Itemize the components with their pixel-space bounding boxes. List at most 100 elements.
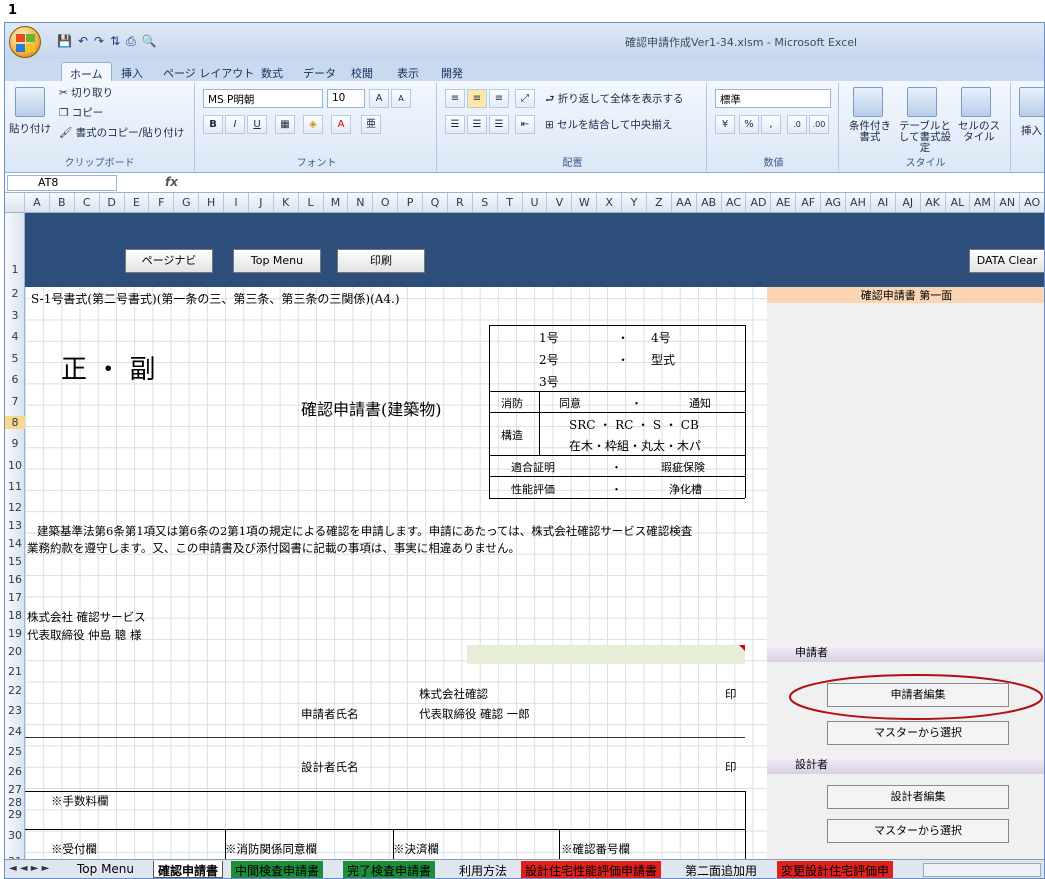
format-as-table-button[interactable]: テーブルとして書式設定: [897, 121, 953, 154]
row-header[interactable]: 20: [5, 645, 25, 658]
insert-cells-icon[interactable]: [1019, 87, 1044, 117]
column-header[interactable]: K: [274, 193, 299, 213]
data-clear-button[interactable]: DATA Clear: [969, 249, 1044, 273]
print-button[interactable]: 印刷: [337, 249, 425, 273]
column-header[interactable]: J: [249, 193, 274, 213]
row-header[interactable]: 24: [5, 725, 25, 738]
row-header[interactable]: 3: [5, 309, 25, 322]
column-header[interactable]: S: [473, 193, 498, 213]
shrink-font-button[interactable]: A: [391, 89, 411, 108]
row-header[interactable]: 1: [5, 263, 25, 276]
designer-master-button[interactable]: マスターから選択: [827, 819, 1009, 843]
align-left-icon[interactable]: ☰: [445, 115, 465, 134]
column-header[interactable]: N: [348, 193, 374, 213]
column-header[interactable]: W: [572, 193, 598, 213]
save-icon[interactable]: 💾: [57, 34, 72, 48]
fill-color-icon[interactable]: ◈: [303, 115, 323, 134]
sort-icon[interactable]: ⇅: [110, 34, 120, 48]
row-header[interactable]: 10: [5, 459, 25, 472]
decrease-decimal-icon[interactable]: .00: [809, 115, 829, 134]
row-header[interactable]: 5: [5, 352, 25, 365]
paste-button[interactable]: 貼り付け: [9, 121, 51, 136]
column-header[interactable]: AH: [846, 193, 871, 213]
row-header[interactable]: 18: [5, 609, 25, 622]
row-header[interactable]: 19: [5, 627, 25, 640]
sheet-tab-interim-inspection[interactable]: 中間検査申請書: [231, 861, 324, 878]
column-header[interactable]: Z: [647, 193, 672, 213]
column-header[interactable]: R: [448, 193, 473, 213]
tab-scroll-arrows-icon[interactable]: ◄ ◄ ► ►: [9, 863, 49, 874]
redo-icon[interactable]: ↷: [94, 34, 104, 48]
column-header[interactable]: AJ: [896, 193, 921, 213]
row-header[interactable]: 17: [5, 591, 25, 604]
column-header[interactable]: AB: [697, 193, 722, 213]
row-header[interactable]: 30: [5, 829, 25, 842]
select-all-corner[interactable]: [5, 193, 25, 213]
column-header[interactable]: M: [324, 193, 349, 213]
column-header[interactable]: B: [50, 193, 75, 213]
column-header[interactable]: Q: [423, 193, 448, 213]
format-as-table-icon[interactable]: [907, 87, 937, 117]
print-icon[interactable]: ⎙: [126, 34, 136, 49]
applicant-input-cell[interactable]: [467, 645, 745, 664]
align-right-icon[interactable]: ☰: [489, 115, 509, 134]
currency-icon[interactable]: ¥: [715, 115, 735, 134]
preview-icon[interactable]: 🔍: [142, 34, 157, 48]
row-header[interactable]: 9: [5, 437, 25, 450]
cell-styles-icon[interactable]: [961, 87, 991, 117]
row-header[interactable]: 25: [5, 745, 25, 758]
underline-button[interactable]: U: [247, 115, 267, 134]
row-header[interactable]: 2: [5, 287, 25, 300]
increase-decimal-icon[interactable]: .0: [787, 115, 807, 134]
merge-center-button[interactable]: ⊞ セルを結合して中央揃え: [545, 117, 672, 132]
align-middle-icon[interactable]: ≡: [467, 89, 487, 108]
row-header[interactable]: 6: [5, 373, 25, 386]
percent-button[interactable]: %: [739, 115, 759, 134]
font-name-select[interactable]: MS P明朝: [203, 89, 323, 108]
sheet-tab-completion-inspection[interactable]: 完了検査申請書: [343, 861, 436, 878]
page-navi-button[interactable]: ページナビ: [125, 249, 213, 273]
grow-font-button[interactable]: A: [369, 89, 389, 108]
format-painter-button[interactable]: 🖌 書式のコピー/貼り付け: [59, 125, 184, 140]
column-header[interactable]: P: [398, 193, 424, 213]
column-header[interactable]: AE: [771, 193, 797, 213]
row-header[interactable]: 16: [5, 573, 25, 586]
border-icon[interactable]: ▦: [275, 115, 295, 134]
row-header[interactable]: 22: [5, 684, 25, 697]
cell-styles-button[interactable]: セルのスタイル: [955, 121, 1003, 143]
column-header[interactable]: U: [523, 193, 548, 213]
column-header[interactable]: D: [100, 193, 125, 213]
column-header[interactable]: Y: [622, 193, 647, 213]
column-header[interactable]: AI: [871, 193, 896, 213]
column-header[interactable]: X: [597, 193, 623, 213]
row-header[interactable]: 7: [5, 395, 25, 408]
number-format-select[interactable]: 標準: [715, 89, 831, 108]
conditional-format-button[interactable]: 条件付き書式: [845, 121, 895, 143]
sheet-tab-usage[interactable]: 利用方法: [455, 861, 512, 878]
comma-button[interactable]: ,: [761, 115, 781, 134]
cut-button[interactable]: ✂ 切り取り: [59, 85, 113, 100]
orientation-icon[interactable]: ⤢: [515, 89, 535, 108]
sheet-tab-change-evaluation[interactable]: 変更設計住宅評価申: [777, 861, 894, 878]
row-header[interactable]: 12: [5, 501, 25, 514]
align-center-icon[interactable]: ☰: [467, 115, 487, 134]
tab-developer[interactable]: 開発: [433, 62, 471, 81]
row-header[interactable]: 11: [5, 480, 25, 493]
tab-view[interactable]: 表示: [389, 62, 427, 81]
worksheet-grid[interactable]: ページナビ Top Menu 印刷 DATA Clear S-1号書式(第二号書…: [25, 213, 1044, 867]
copy-button[interactable]: ❐ コピー: [59, 105, 103, 120]
phonetic-icon[interactable]: 亜: [361, 115, 381, 134]
tab-page-layout[interactable]: ページ レイアウト: [155, 62, 262, 81]
column-header[interactable]: AO: [1020, 193, 1044, 213]
column-header[interactable]: T: [498, 193, 523, 213]
column-header[interactable]: H: [199, 193, 225, 213]
column-header[interactable]: G: [174, 193, 200, 213]
column-header[interactable]: V: [547, 193, 573, 213]
column-header[interactable]: F: [149, 193, 175, 213]
font-color-icon[interactable]: A: [331, 115, 351, 134]
conditional-format-icon[interactable]: [853, 87, 883, 117]
row-header[interactable]: 13: [5, 519, 25, 532]
sheet-tab-top-menu[interactable]: Top Menu: [73, 861, 139, 878]
tab-review[interactable]: 校閲: [343, 62, 381, 81]
sheet-tab-application[interactable]: 確認申請書: [153, 861, 224, 878]
